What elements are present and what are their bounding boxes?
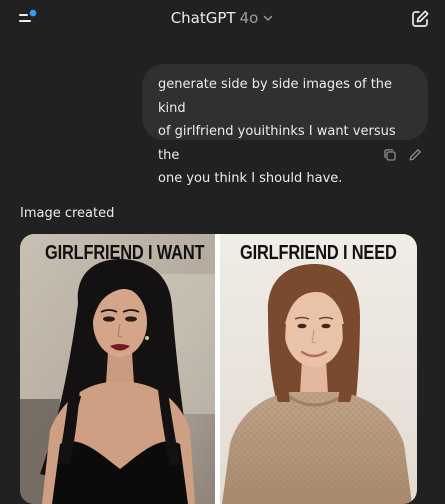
model-selector[interactable]: ChatGPT 4o (0, 8, 445, 28)
left-panel-caption: GIRLFRIEND I WANT (45, 242, 205, 264)
panel-divider (215, 234, 220, 504)
copy-icon (384, 149, 396, 161)
app-title: ChatGPT (170, 9, 236, 27)
right-panel-caption: GIRLFRIEND I NEED (240, 242, 397, 264)
new-chat-button[interactable] (409, 8, 431, 30)
right-panel (220, 234, 417, 504)
compose-icon (412, 10, 429, 27)
chevron-down-icon (264, 15, 273, 21)
model-version: 4o (239, 9, 259, 27)
copy-message-button[interactable] (382, 147, 398, 163)
top-bar: ChatGPT 4o (0, 0, 445, 38)
left-panel (20, 234, 215, 504)
image-created-status: Image created (20, 206, 115, 221)
pencil-icon (409, 149, 421, 161)
generated-image[interactable]: GIRLFRIEND I WANT GIRLFRIEND I NEED (20, 234, 417, 504)
edit-message-button[interactable] (407, 147, 423, 163)
user-message-line: one you think I should have. (158, 171, 343, 186)
user-message-line: generate side by side images of the kind (158, 77, 393, 116)
user-message-line: of girlfriend youithinks I want versus t… (158, 124, 396, 163)
generated-image-art (20, 234, 417, 504)
user-message-bubble: generate side by side images of the kind… (142, 64, 428, 186)
